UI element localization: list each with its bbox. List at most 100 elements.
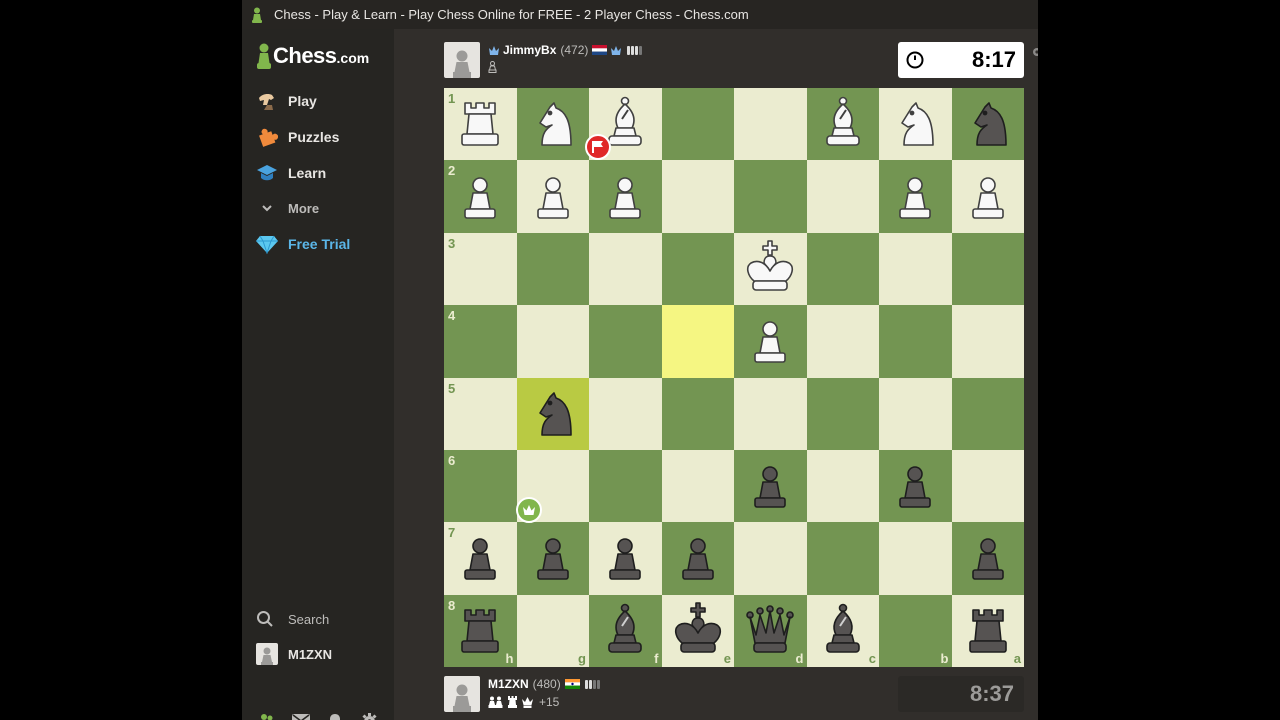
square-b1[interactable] [879,88,952,161]
square-c1[interactable] [806,88,879,161]
square-f4[interactable] [589,305,662,378]
square-e7[interactable] [661,522,734,595]
black-pawn-icon[interactable] [449,527,511,589]
square-g5[interactable] [516,377,589,450]
white-pawn-icon[interactable] [594,166,656,228]
sidebar-item-play[interactable]: Play [256,88,317,114]
square-d3[interactable] [734,232,807,306]
square-a5[interactable] [951,377,1024,450]
white-bishop-icon[interactable] [812,93,874,155]
square-c2[interactable] [806,160,879,233]
board-settings-gear-icon[interactable] [1031,46,1038,58]
square-d6[interactable] [734,449,807,523]
sidebar-search[interactable]: Search [256,610,329,628]
square-e4[interactable] [661,305,734,378]
black-pawn-icon[interactable] [884,455,946,517]
square-c7[interactable] [806,522,879,595]
square-a4[interactable] [951,305,1024,378]
square-c5[interactable] [806,377,879,450]
square-f5[interactable] [589,377,662,450]
white-knight-icon[interactable] [884,93,946,155]
square-a2[interactable] [951,160,1024,233]
square-h8[interactable]: 8h [444,594,517,667]
opponent-name[interactable]: JimmyBx [503,43,556,57]
square-a3[interactable] [951,232,1024,306]
white-pawn-icon[interactable] [957,166,1019,228]
square-g4[interactable] [516,305,589,378]
square-h7[interactable]: 7 [444,522,517,595]
square-f3[interactable] [589,232,662,306]
square-a6[interactable] [951,449,1024,523]
square-d1[interactable] [734,88,807,161]
square-d2[interactable] [734,160,807,233]
square-a8[interactable]: a [951,594,1024,667]
square-a1[interactable] [951,88,1024,161]
square-e2[interactable] [661,160,734,233]
white-pawn-icon[interactable] [522,166,584,228]
sidebar-item-puzzles[interactable]: Puzzles [256,124,339,150]
square-c6[interactable] [806,449,879,523]
square-h6[interactable]: 6 [444,449,517,523]
black-pawn-icon[interactable] [594,527,656,589]
sidebar-item-more[interactable]: More [256,195,319,221]
square-b3[interactable] [879,232,952,306]
black-pawn-icon[interactable] [957,527,1019,589]
white-pawn-icon[interactable] [449,166,511,228]
white-knight-icon[interactable] [522,93,584,155]
square-f6[interactable] [589,449,662,523]
square-b4[interactable] [879,305,952,378]
player-avatar[interactable] [444,676,480,712]
square-g2[interactable] [516,160,589,233]
square-a7[interactable] [951,522,1024,595]
square-d5[interactable] [734,377,807,450]
square-b7[interactable] [879,522,952,595]
square-h4[interactable]: 4 [444,305,517,378]
chess-board[interactable]: 12345678hgfedcba [444,88,1024,667]
square-e6[interactable] [661,449,734,523]
black-king-icon[interactable] [667,600,729,662]
black-pawn-icon[interactable] [667,527,729,589]
square-d4[interactable] [734,305,807,378]
black-knight-icon[interactable] [957,93,1019,155]
player-name[interactable]: M1ZXN [488,677,529,691]
square-f2[interactable] [589,160,662,233]
square-b5[interactable] [879,377,952,450]
white-pawn-icon[interactable] [884,166,946,228]
square-b8[interactable]: b [879,594,952,667]
square-f8[interactable]: f [589,594,662,667]
black-pawn-icon[interactable] [739,455,801,517]
sidebar-user[interactable]: M1ZXN [256,643,332,665]
square-g8[interactable]: g [516,594,589,667]
black-queen-icon[interactable] [739,600,801,662]
friends-icon[interactable] [258,712,276,720]
square-h5[interactable]: 5 [444,377,517,450]
black-bishop-icon[interactable] [812,600,874,662]
square-g3[interactable] [516,232,589,306]
square-d8[interactable]: d [734,594,807,667]
square-d7[interactable] [734,522,807,595]
square-e1[interactable] [661,88,734,161]
black-rook-icon[interactable] [449,600,511,662]
square-e5[interactable] [661,377,734,450]
black-bishop-icon[interactable] [594,600,656,662]
chesscom-logo[interactable]: Chess .com [256,43,369,70]
square-c3[interactable] [806,232,879,306]
mail-icon[interactable] [292,712,310,720]
square-e3[interactable] [661,232,734,306]
square-h3[interactable]: 3 [444,232,517,306]
white-pawn-icon[interactable] [739,310,801,372]
black-rook-icon[interactable] [957,600,1019,662]
white-rook-icon[interactable] [449,93,511,155]
square-h1[interactable]: 1 [444,88,517,161]
square-b6[interactable] [879,449,952,523]
bell-icon[interactable] [326,712,344,720]
square-e8[interactable]: e [661,594,734,667]
sidebar-item-free-trial[interactable]: Free Trial [256,231,350,257]
white-king-icon[interactable] [739,238,801,300]
black-knight-icon[interactable] [522,383,584,445]
black-pawn-icon[interactable] [522,527,584,589]
gear-icon[interactable] [360,712,378,720]
square-b2[interactable] [879,160,952,233]
square-g1[interactable] [516,88,589,161]
sidebar-item-learn[interactable]: Learn [256,160,326,186]
